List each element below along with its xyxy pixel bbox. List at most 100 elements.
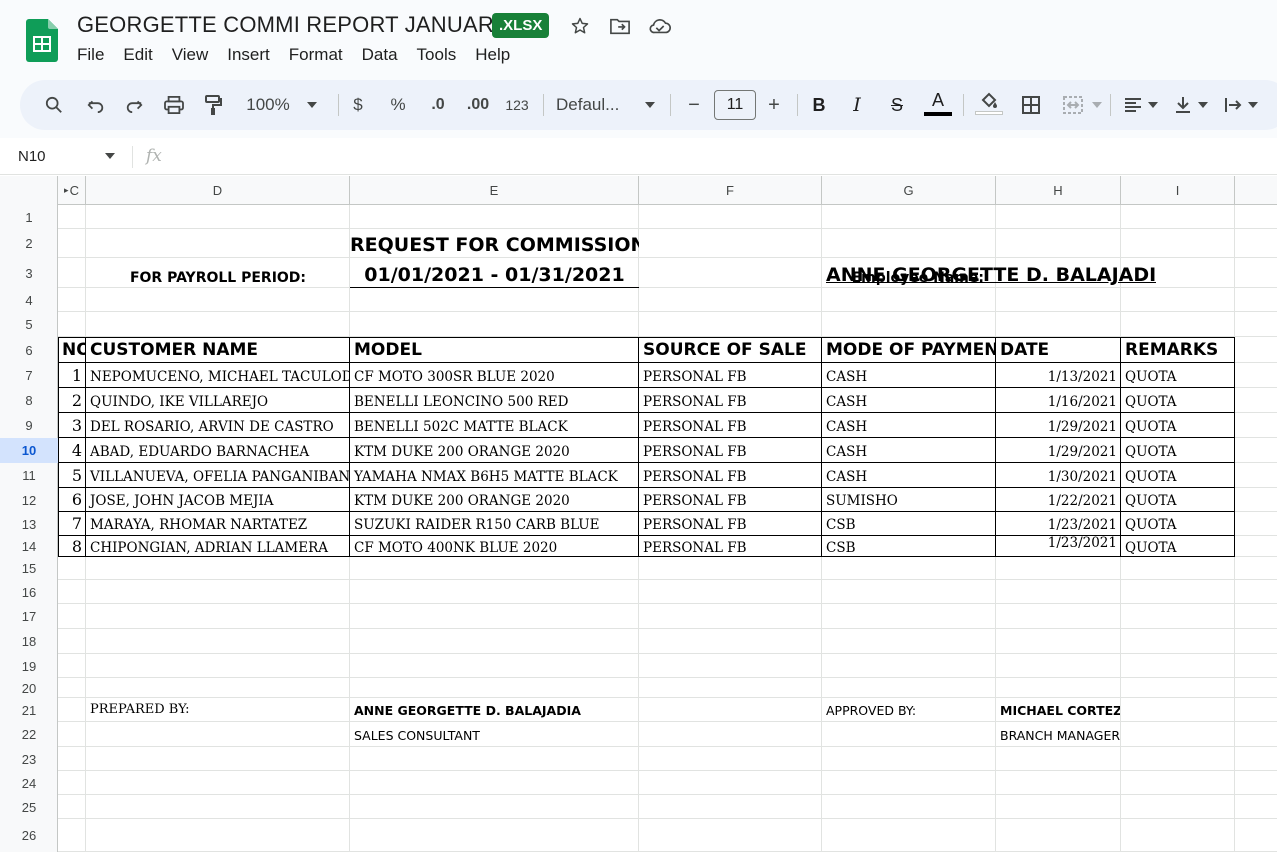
percent-format-button[interactable]: % [386,80,410,130]
decrease-decimal-button[interactable]: .0 [422,80,454,130]
table-header-date[interactable]: DATE [1000,340,1120,360]
row-header[interactable]: 22 [0,722,58,747]
payroll-period-value[interactable]: 01/01/2021 - 01/31/2021 [350,264,639,286]
chevron-down-icon[interactable] [640,80,660,130]
table-cell-no[interactable]: 5 [58,463,86,488]
table-header-customer[interactable]: CUSTOMER NAME [90,340,348,360]
prepared-by-label[interactable]: PREPARED BY: [90,702,348,717]
table-cell-customer[interactable]: NEPOMUCENO, MICHAEL TACULOD [86,363,350,388]
table-cell-model[interactable]: YAMAHA NMAX B6H5 MATTE BLACK [350,463,639,488]
table-cell-customer[interactable]: VILLANUEVA, OFELIA PANGANIBAN / VII [86,463,350,488]
table-cell-payment[interactable]: CSB [822,512,996,536]
chevron-down-icon[interactable] [105,148,115,162]
paint-format-icon[interactable] [199,80,227,130]
row-header[interactable]: 26 [0,819,58,852]
table-cell-source[interactable]: PERSONAL FB [639,488,822,512]
table-cell-payment[interactable]: CASH [822,363,996,388]
table-cell-no[interactable]: 3 [58,413,86,438]
table-cell-customer[interactable]: JOSE, JOHN JACOB MEJIA [86,488,350,512]
table-cell-payment[interactable]: CASH [822,438,996,463]
row-header[interactable]: 15 [0,557,58,580]
table-cell-payment[interactable]: SUMISHO [822,488,996,512]
row-header[interactable]: 10 [0,438,58,463]
table-header-remarks[interactable]: REMARKS [1125,340,1233,360]
table-cell-source[interactable]: PERSONAL FB [639,413,822,438]
font-size-input[interactable]: 11 [714,90,756,120]
decrease-font-size-button[interactable]: − [682,80,706,130]
row-header[interactable]: 6 [0,337,58,363]
column-header-g[interactable]: G [822,176,996,205]
text-wrapping-icon[interactable] [1220,80,1246,130]
row-header[interactable]: 20 [0,678,58,698]
table-cell-source[interactable]: PERSONAL FB [639,536,822,557]
table-cell-no[interactable]: 1 [58,363,86,388]
table-cell-remarks[interactable]: QUOTA [1121,363,1235,388]
row-header[interactable]: 23 [0,747,58,771]
undo-icon[interactable] [82,80,110,130]
table-cell-remarks[interactable]: QUOTA [1121,488,1235,512]
table-cell-date[interactable]: 1/13/2021 [996,363,1121,388]
row-header[interactable]: 1 [0,205,58,229]
menu-help[interactable]: Help [475,45,510,65]
row-header[interactable]: 2 [0,229,58,258]
approved-by-label[interactable]: APPROVED BY: [826,703,996,718]
table-cell-remarks[interactable]: QUOTA [1121,512,1235,536]
chevron-down-icon[interactable] [300,80,324,130]
font-family-select[interactable]: Defaul... [556,80,636,130]
table-cell-model[interactable]: CF MOTO 400NK BLUE 2020 [350,536,639,557]
zoom-select[interactable]: 100% [240,80,296,130]
sheets-logo-icon[interactable] [26,19,58,62]
table-cell-model[interactable]: CF MOTO 300SR BLUE 2020 [350,363,639,388]
payroll-period-label[interactable]: FOR PAYROLL PERIOD: [86,270,350,286]
table-cell-date[interactable]: 1/29/2021 [996,413,1121,438]
italic-button[interactable]: I [846,80,868,130]
row-header[interactable]: 21 [0,698,58,722]
table-cell-no[interactable]: 4 [58,438,86,463]
table-cell-remarks[interactable]: QUOTA [1121,536,1235,557]
row-header[interactable]: 16 [0,580,58,604]
table-cell-date[interactable]: 1/23/2021 [996,536,1121,557]
table-cell-no[interactable]: 7 [58,512,86,536]
menu-insert[interactable]: Insert [227,45,270,65]
table-cell-payment[interactable]: CASH [822,388,996,413]
increase-font-size-button[interactable]: + [762,80,786,130]
table-cell-date[interactable]: 1/16/2021 [996,388,1121,413]
table-cell-date[interactable]: 1/30/2021 [996,463,1121,488]
row-header[interactable]: 11 [0,463,58,488]
table-cell-customer[interactable]: ABAD, EDUARDO BARNACHEA [86,438,350,463]
table-cell-source[interactable]: PERSONAL FB [639,463,822,488]
table-cell-source[interactable]: PERSONAL FB [639,363,822,388]
row-header[interactable]: 7 [0,363,58,388]
column-header-d[interactable]: D [86,176,350,205]
fill-color-icon[interactable] [974,78,1004,128]
borders-icon[interactable] [1018,80,1044,130]
table-cell-source[interactable]: PERSONAL FB [639,388,822,413]
table-cell-no[interactable]: 6 [58,488,86,512]
prepared-by-title[interactable]: SALES CONSULTANT [354,728,638,743]
table-cell-no[interactable]: 8 [58,536,86,557]
table-cell-source[interactable]: PERSONAL FB [639,438,822,463]
table-cell-customer[interactable]: CHIPONGIAN, ADRIAN LLAMERA [86,536,350,557]
report-title[interactable]: REQUEST FOR COMMISSION [350,234,639,256]
prepared-by-name[interactable]: ANNE GEORGETTE D. BALAJADIA [354,703,638,718]
cloud-status-icon[interactable] [648,14,672,38]
star-icon[interactable] [568,14,592,38]
document-title[interactable]: GEORGETTE COMMI REPORT JANUARY [77,12,508,38]
table-cell-no[interactable]: 2 [58,388,86,413]
row-header[interactable]: 19 [0,654,58,678]
text-color-button[interactable]: A [924,78,952,128]
move-folder-icon[interactable] [608,14,632,38]
table-cell-customer[interactable]: QUINDO, IKE VILLAREJO [86,388,350,413]
column-header-i[interactable]: I [1121,176,1235,205]
table-header-model[interactable]: MODEL [354,340,638,360]
currency-format-button[interactable]: $ [346,80,370,130]
table-cell-model[interactable]: KTM DUKE 200 ORANGE 2020 [350,438,639,463]
table-cell-remarks[interactable]: QUOTA [1121,413,1235,438]
merge-cells-icon[interactable] [1058,80,1088,130]
menu-file[interactable]: File [77,45,104,65]
table-cell-customer[interactable]: DEL ROSARIO, ARVIN DE CASTRO [86,413,350,438]
row-header[interactable]: 24 [0,771,58,795]
number-format-button[interactable]: 123 [502,80,532,130]
row-header[interactable]: 12 [0,488,58,512]
table-cell-customer[interactable]: MARAYA, RHOMAR NARTATEZ [86,512,350,536]
